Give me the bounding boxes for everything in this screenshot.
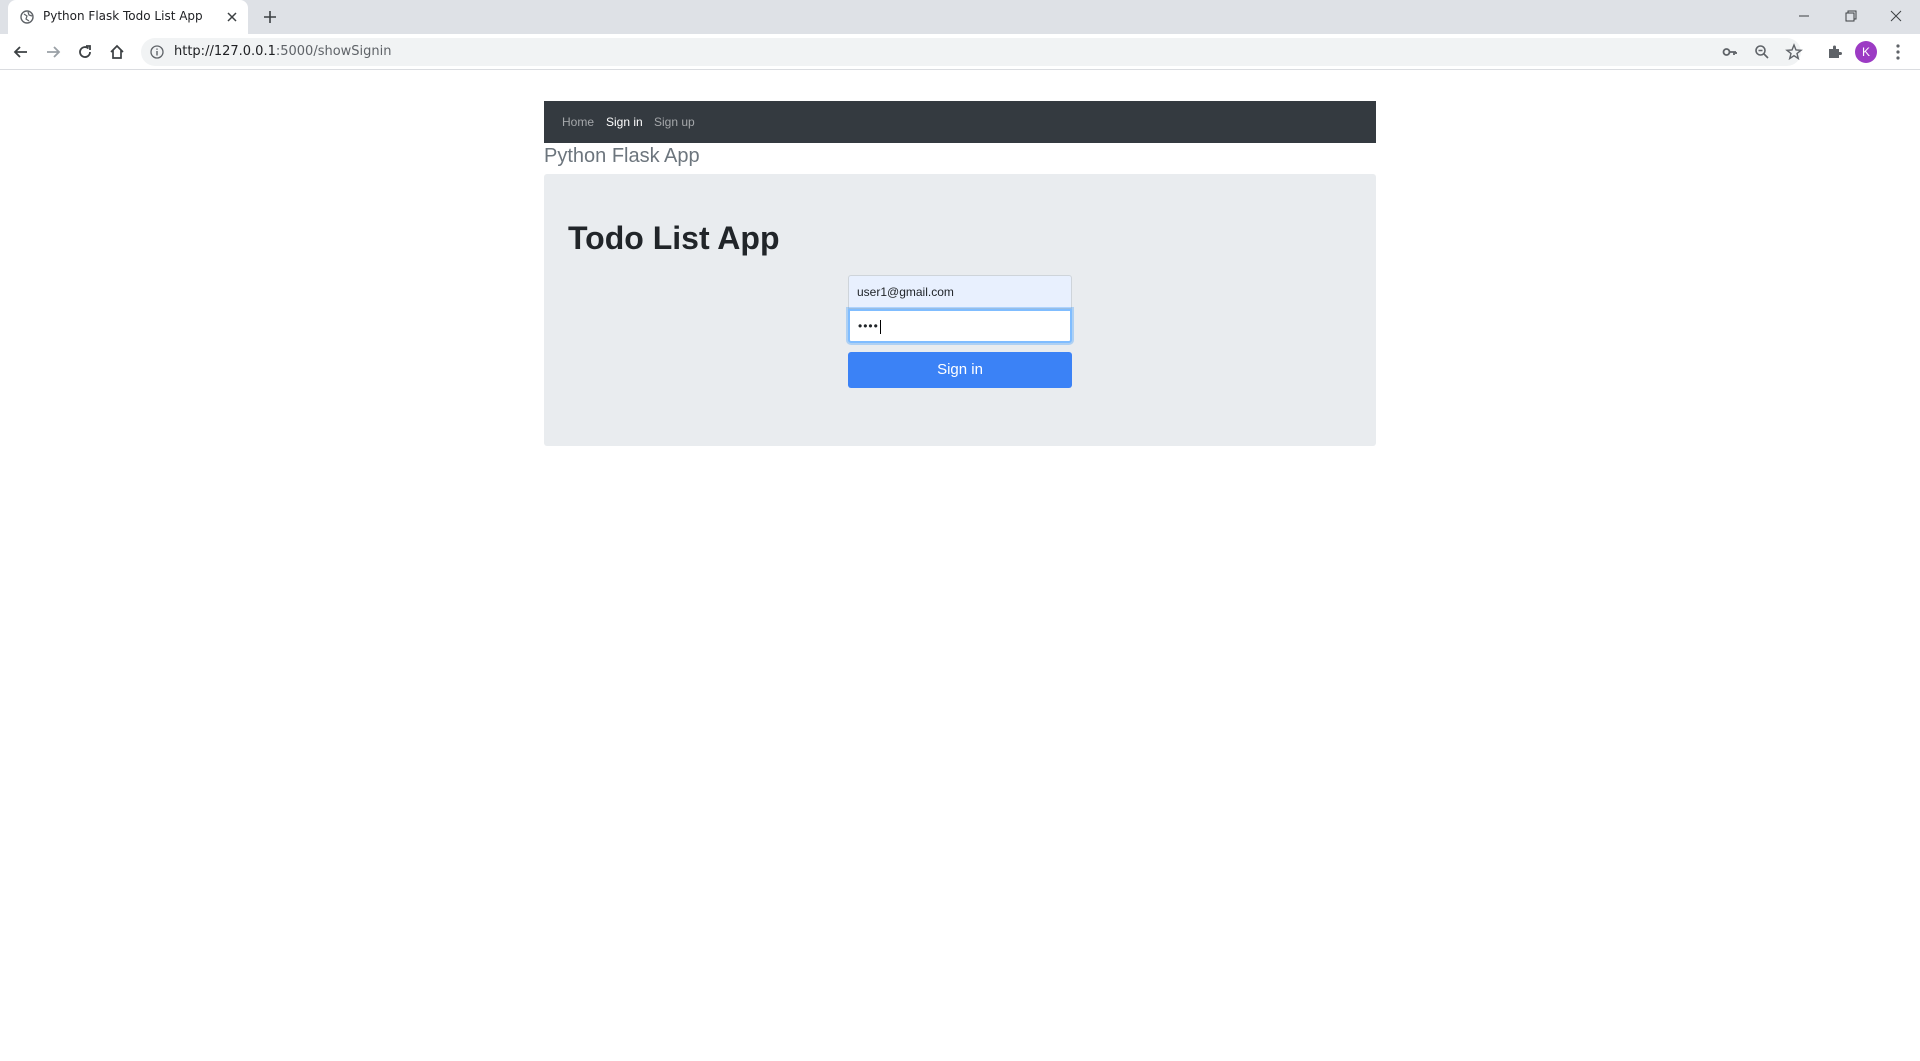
password-value: •••• [858, 319, 879, 333]
restore-icon[interactable] [1841, 6, 1861, 26]
profile-avatar[interactable]: K [1855, 41, 1877, 63]
url-path: :5000/showSignin [275, 44, 392, 59]
plus-icon[interactable] [262, 9, 278, 25]
menu-icon[interactable] [1890, 42, 1906, 62]
key-icon[interactable] [1721, 43, 1739, 61]
back-icon[interactable] [12, 43, 30, 61]
close-window-icon[interactable] [1886, 6, 1906, 26]
star-icon[interactable] [1785, 43, 1803, 61]
site-navbar: Home Sign in Sign up [544, 101, 1376, 143]
home-icon[interactable] [108, 43, 126, 61]
page-title: Todo List App [568, 220, 780, 256]
tab-title: Python Flask Todo List App [43, 9, 203, 23]
forward-icon[interactable] [44, 43, 62, 61]
info-icon[interactable] [150, 45, 164, 59]
tab-strip: Python Flask Todo List App [0, 0, 1920, 34]
extensions-icon[interactable] [1826, 43, 1844, 61]
app-brand: Python Flask App [544, 145, 700, 167]
browser-toolbar: http://127.0.0.1:5000/showSignin K [0, 34, 1920, 70]
url-text: http://127.0.0.1:5000/showSignin [174, 44, 392, 59]
zoom-icon[interactable] [1753, 43, 1771, 61]
globe-icon [20, 10, 34, 24]
signin-panel: Todo List App user1@gmail.com •••• Sign … [544, 174, 1376, 446]
browser-tab[interactable]: Python Flask Todo List App [8, 0, 248, 34]
email-field[interactable]: user1@gmail.com [848, 275, 1072, 309]
nav-signin-link[interactable]: Sign in [606, 115, 643, 129]
signin-button[interactable]: Sign in [848, 352, 1072, 388]
text-caret [879, 319, 881, 334]
url-host: http://127.0.0.1 [174, 44, 276, 59]
close-icon[interactable] [224, 9, 240, 25]
address-bar[interactable]: http://127.0.0.1:5000/showSignin [141, 38, 1803, 66]
minimize-icon[interactable] [1794, 6, 1814, 26]
nav-home-link[interactable]: Home [562, 115, 594, 129]
reload-icon[interactable] [76, 43, 94, 61]
password-field[interactable]: •••• [848, 309, 1072, 343]
nav-signup-link[interactable]: Sign up [654, 115, 695, 129]
